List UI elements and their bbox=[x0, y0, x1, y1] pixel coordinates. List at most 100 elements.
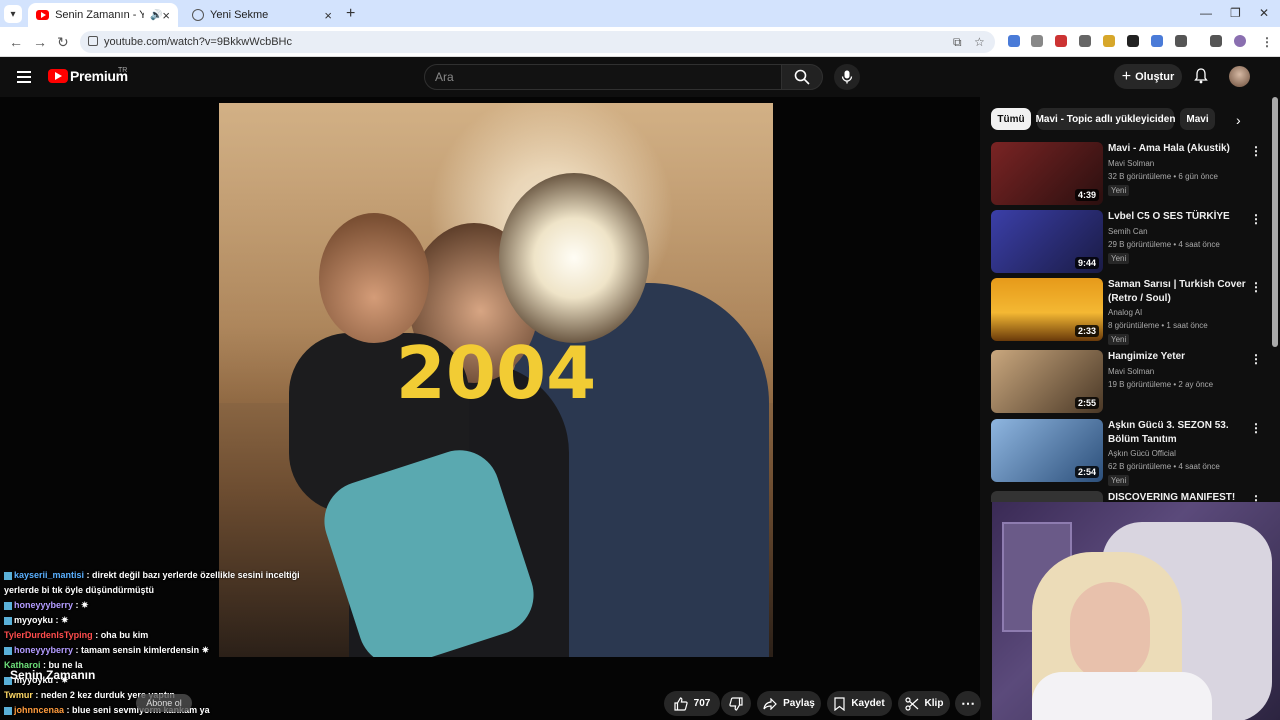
more-icon[interactable]: ⋯ bbox=[955, 691, 981, 716]
channel-name[interactable]: Mavi Solman bbox=[1108, 367, 1154, 376]
video-title[interactable]: Aşkın Gücü 3. SEZON 53. Bölüm Tanıtım bbox=[1108, 419, 1250, 447]
more-vert-icon[interactable]: ⋮ bbox=[1250, 352, 1262, 366]
cam-face bbox=[1070, 582, 1150, 682]
tab-title: Yeni Sekme bbox=[210, 9, 269, 21]
audio-icon[interactable]: 🔊 bbox=[150, 10, 162, 21]
new-tab-button[interactable]: + bbox=[346, 5, 355, 23]
tab-search-icon[interactable]: ▾ bbox=[4, 5, 22, 23]
chip-mavi-topic[interactable]: Mavi - Topic adlı yükleyiciden bbox=[1036, 108, 1175, 130]
page-scrollbar[interactable] bbox=[1272, 97, 1278, 347]
video-thumbnail[interactable]: 2:54 bbox=[991, 419, 1103, 482]
channel-name[interactable]: Aşkın Gücü Official bbox=[1108, 449, 1176, 458]
save-button[interactable]: Kaydet bbox=[827, 691, 892, 716]
translate-extension-icon[interactable] bbox=[1008, 35, 1020, 47]
video-meta: 19 B görüntüleme • 2 ay önce bbox=[1108, 380, 1214, 389]
new-badge: Yeni bbox=[1108, 185, 1130, 196]
video-frame[interactable]: 2004 bbox=[219, 103, 773, 657]
avatar[interactable] bbox=[1229, 66, 1250, 87]
extension-icon[interactable] bbox=[1127, 35, 1139, 47]
recommendation-item[interactable]: 2:55 Hangimize Yeter Mavi Solman 19 B gö… bbox=[991, 350, 1271, 414]
more-vert-icon[interactable]: ⋮ bbox=[1250, 144, 1262, 158]
more-vert-icon[interactable]: ⋮ bbox=[1250, 212, 1262, 226]
tab-title: Senin Zamanın - YouTube bbox=[55, 9, 144, 21]
like-button[interactable]: 707 bbox=[664, 691, 720, 716]
video-thumbnail[interactable] bbox=[991, 491, 1103, 502]
site-info-icon[interactable] bbox=[88, 36, 98, 46]
new-badge: Yeni bbox=[1108, 334, 1130, 345]
shield-extension-icon[interactable] bbox=[1031, 35, 1043, 47]
bell-icon[interactable] bbox=[1194, 68, 1208, 84]
recommendation-item[interactable]: DISCOVERING MANIFEST! ⋮ bbox=[991, 491, 1271, 502]
voice-search-button[interactable] bbox=[834, 64, 860, 90]
save-label: Kaydet bbox=[851, 698, 885, 709]
video-meta: 62 B görüntüleme • 4 saat önce bbox=[1108, 462, 1220, 471]
close-window-icon[interactable]: ✕ bbox=[1259, 6, 1269, 20]
video-meta: 8 görüntüleme • 1 saat önce bbox=[1108, 321, 1208, 330]
restore-icon[interactable]: ❐ bbox=[1230, 6, 1241, 20]
profile-avatar[interactable] bbox=[1234, 35, 1246, 47]
video-title[interactable]: Mavi - Ama Hala (Akustik) bbox=[1108, 142, 1250, 156]
more-vert-icon[interactable]: ⋮ bbox=[1250, 280, 1262, 294]
url-text: youtube.com/watch?v=9BkkwWcbBHc bbox=[104, 36, 292, 48]
reload-icon[interactable]: ↻ bbox=[57, 34, 69, 51]
browser-menu-icon[interactable]: ⋮ bbox=[1261, 35, 1273, 49]
video-thumbnail[interactable]: 4:39 bbox=[991, 142, 1103, 205]
video-title[interactable]: Hangimize Yeter bbox=[1108, 350, 1250, 364]
chat-message: honeyyyberry : ✷ bbox=[0, 598, 300, 613]
tab-youtube[interactable]: Senin Zamanın - YouTube 🔊 × bbox=[28, 3, 178, 27]
chevron-right-icon[interactable]: › bbox=[1236, 112, 1241, 128]
chip-all[interactable]: Tümü bbox=[991, 108, 1031, 130]
youtube-favicon-icon bbox=[36, 10, 50, 20]
like-count: 707 bbox=[693, 698, 711, 709]
close-tab-icon[interactable]: × bbox=[162, 8, 170, 23]
duration-badge: 9:44 bbox=[1074, 257, 1099, 269]
close-tab-icon[interactable]: × bbox=[324, 8, 332, 23]
create-button[interactable]: + Oluştur bbox=[1114, 64, 1182, 89]
scissors-icon bbox=[904, 696, 918, 711]
channel-name[interactable]: Mavi Solman bbox=[1108, 159, 1154, 168]
chat-message: honeyyyberry : tamam sensin kimlerdensin… bbox=[0, 643, 300, 658]
extension-icon[interactable] bbox=[1055, 35, 1067, 47]
reading-list-icon[interactable] bbox=[1210, 35, 1222, 47]
recommendation-item[interactable]: 4:39 Mavi - Ama Hala (Akustik) Mavi Solm… bbox=[991, 142, 1271, 206]
back-icon[interactable]: ← bbox=[9, 34, 23, 50]
extension-icon[interactable] bbox=[1151, 35, 1163, 47]
address-bar[interactable]: youtube.com/watch?v=9BkkwWcbBHc bbox=[80, 31, 995, 53]
install-icon[interactable]: ⧉ bbox=[953, 35, 962, 50]
minimize-icon[interactable]: — bbox=[1200, 6, 1212, 20]
chip-mavi[interactable]: Mavi bbox=[1180, 108, 1215, 130]
forward-icon[interactable]: → bbox=[33, 34, 47, 50]
youtube-logo-icon[interactable] bbox=[48, 69, 68, 83]
recommendation-item[interactable]: 2:33 Saman Sarısı | Turkish Cover (Retro… bbox=[991, 278, 1271, 345]
more-vert-icon[interactable]: ⋮ bbox=[1250, 493, 1262, 502]
video-thumbnail[interactable]: 2:55 bbox=[991, 350, 1103, 413]
video-thumbnail[interactable]: 9:44 bbox=[991, 210, 1103, 273]
channel-name[interactable]: Semih Can bbox=[1108, 227, 1148, 236]
tab-new-tab[interactable]: Yeni Sekme × bbox=[184, 3, 340, 27]
clip-button[interactable]: Klip bbox=[898, 691, 950, 716]
channel-name[interactable]: Analog AI bbox=[1108, 308, 1142, 317]
puzzle-icon[interactable] bbox=[1175, 35, 1187, 47]
search-input[interactable]: Ara bbox=[424, 64, 782, 90]
video-thumbnail[interactable]: 2:33 bbox=[991, 278, 1103, 341]
dislike-button[interactable] bbox=[721, 691, 751, 716]
extension-icon[interactable] bbox=[1103, 35, 1115, 47]
cam-hoodie bbox=[1032, 672, 1212, 720]
thumbs-down-icon bbox=[729, 696, 743, 711]
extension-icon[interactable] bbox=[1079, 35, 1091, 47]
recommendation-item[interactable]: 2:54 Aşkın Gücü 3. SEZON 53. Bölüm Tanıt… bbox=[991, 419, 1271, 486]
video-title[interactable]: Lvbel C5 O SES TÜRKİYE bbox=[1108, 210, 1250, 224]
region-code: TR bbox=[118, 67, 128, 74]
hamburger-icon[interactable] bbox=[17, 71, 31, 86]
recommendation-item[interactable]: 9:44 Lvbel C5 O SES TÜRKİYE Semih Can 29… bbox=[991, 210, 1271, 274]
webcam-overlay bbox=[992, 502, 1280, 720]
video-title[interactable]: Saman Sarısı | Turkish Cover (Retro / So… bbox=[1108, 278, 1250, 306]
bookmark-star-icon[interactable]: ☆ bbox=[974, 35, 985, 49]
video-title[interactable]: DISCOVERING MANIFEST! bbox=[1108, 491, 1250, 502]
subscribe-button[interactable]: Abone ol bbox=[136, 694, 192, 712]
globe-icon bbox=[192, 9, 204, 21]
clip-label: Klip bbox=[924, 698, 944, 709]
share-button[interactable]: Paylaş bbox=[757, 691, 821, 716]
more-vert-icon[interactable]: ⋮ bbox=[1250, 421, 1262, 435]
search-button[interactable] bbox=[781, 64, 823, 90]
